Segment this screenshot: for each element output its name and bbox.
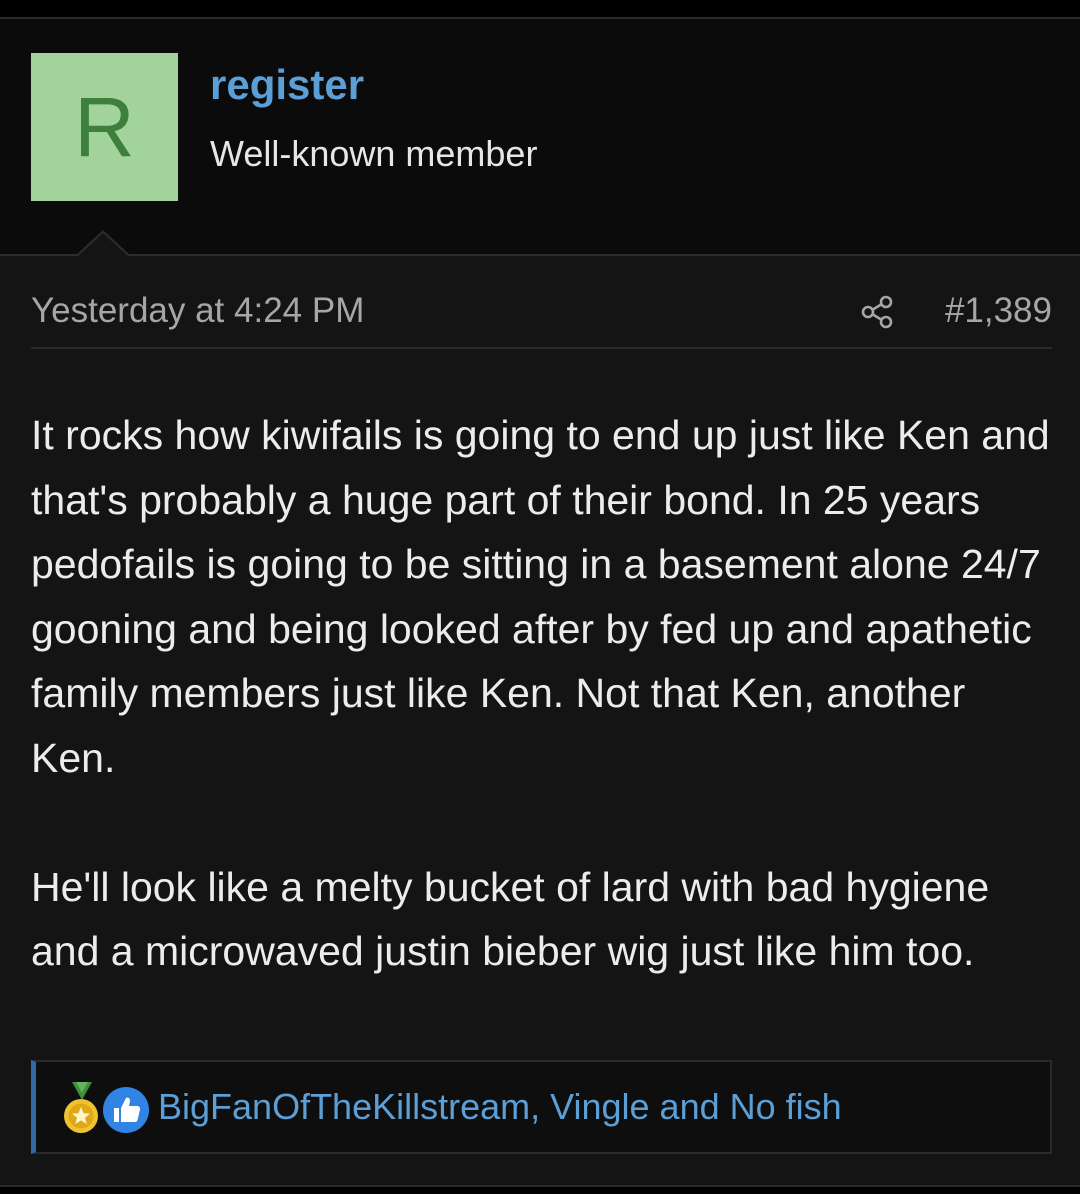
header-pointer-arrow-fill: [77, 233, 129, 257]
post-paragraph: It rocks how kiwifails is going to end u…: [31, 412, 1050, 781]
post-meta-bar: Yesterday at 4:24 PM #1,389: [31, 289, 1052, 349]
user-title: Well-known member: [210, 133, 538, 174]
reactions-bar: BigFanOfTheKillstream, Vingle and No fis…: [31, 1060, 1052, 1154]
post-number-link[interactable]: #1,389: [945, 291, 1052, 331]
user-header: R register Well-known member: [0, 19, 1080, 256]
share-icon[interactable]: [860, 295, 894, 329]
medal-icon: [64, 1082, 98, 1133]
like-icon: [103, 1087, 149, 1133]
reaction-icons[interactable]: [62, 1082, 154, 1136]
post-body: It rocks how kiwifails is going to end u…: [31, 403, 1061, 984]
post-paragraph: He'll look like a melty bucket of lard w…: [31, 863, 990, 975]
avatar[interactable]: R: [31, 53, 178, 201]
reaction-names-link[interactable]: BigFanOfTheKillstream, Vingle and No fis…: [158, 1086, 842, 1128]
username-link[interactable]: register: [210, 61, 364, 109]
forum-post: R register Well-known member Yesterday a…: [0, 17, 1080, 1187]
post-timestamp[interactable]: Yesterday at 4:24 PM: [31, 291, 364, 331]
